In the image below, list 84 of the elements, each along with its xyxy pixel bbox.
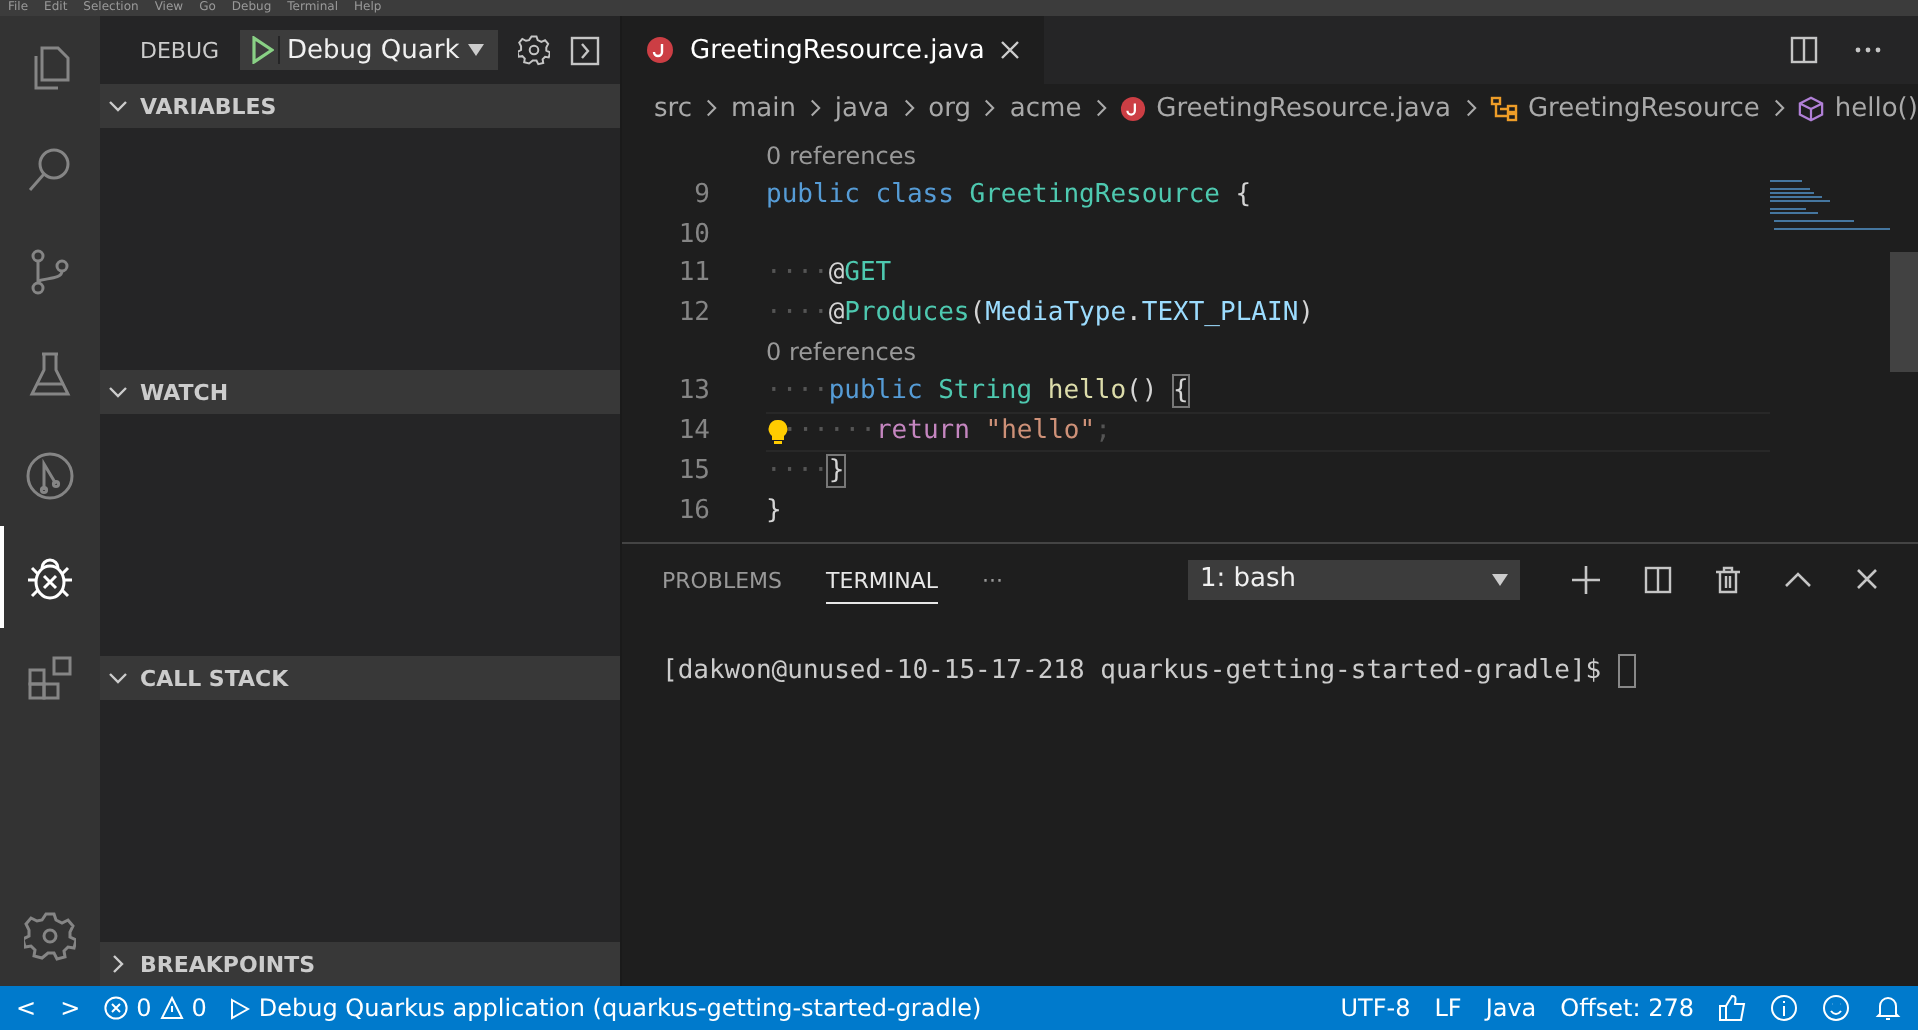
chevron-icon — [901, 98, 917, 118]
panel-tab[interactable]: ··· — [981, 555, 1003, 603]
info-icon[interactable] — [1770, 994, 1798, 1022]
chevron-icon — [108, 96, 128, 116]
java-file-icon — [646, 36, 674, 64]
status-item[interactable]: UTF-8 — [1340, 994, 1411, 1022]
caret-icon — [467, 44, 484, 56]
console-icon[interactable] — [569, 35, 600, 65]
debug-title: DEBUG — [140, 37, 220, 63]
chevron-icon — [108, 382, 128, 402]
problems-indicator[interactable]: 0 0 — [104, 994, 207, 1022]
status-item[interactable]: Offset: 278 — [1560, 994, 1694, 1022]
status-item[interactable]: Java — [1485, 994, 1537, 1022]
scrollbar-thumb[interactable] — [1890, 252, 1918, 372]
code-text: ····} — [766, 455, 845, 486]
breadcrumb-item[interactable]: acme — [1009, 93, 1082, 123]
back-button[interactable]: < — [16, 994, 37, 1022]
section-header[interactable]: WATCH — [100, 370, 620, 414]
chevron-icon — [1463, 98, 1478, 118]
cube-icon — [1798, 95, 1825, 121]
terminal-dropdown[interactable]: 1: bash — [1188, 559, 1520, 599]
plus-icon[interactable] — [1572, 565, 1600, 593]
more-icon[interactable] — [1854, 46, 1882, 54]
breadcrumb-item[interactable]: hello() — [1798, 93, 1918, 123]
section-header[interactable]: BREAKPOINTS — [100, 942, 620, 986]
breadcrumb-item[interactable]: GreetingResource — [1489, 93, 1760, 123]
line-number: 15 — [676, 455, 710, 486]
section-header[interactable]: VARIABLES — [100, 84, 620, 128]
line-number: 16 — [676, 495, 710, 526]
line-number: 9 — [692, 180, 710, 211]
chevron-icon — [108, 668, 128, 688]
java-file-icon — [1120, 95, 1147, 121]
chevron-up-icon[interactable] — [1784, 571, 1812, 587]
caret-icon — [1492, 573, 1508, 585]
breadcrumb-item[interactable]: org — [928, 93, 971, 123]
code-text: } — [766, 495, 782, 526]
split-terminal-icon[interactable] — [1644, 565, 1672, 593]
line-number: 12 — [676, 298, 710, 329]
smiley-icon[interactable] — [1822, 994, 1850, 1022]
terminal-cursor — [1617, 654, 1636, 688]
chevron-icon — [1093, 98, 1109, 118]
chevron-icon — [1771, 98, 1787, 118]
line-number: 13 — [676, 376, 710, 407]
warning-icon — [159, 996, 184, 1020]
settings-icon[interactable] — [517, 34, 550, 66]
breadcrumb-item[interactable]: main — [730, 93, 796, 123]
editor-tab[interactable]: GreetingResource.java — [622, 16, 1045, 84]
breadcrumb-item[interactable]: src — [654, 93, 692, 123]
terminal-prompt: [dakwon@unused-10-15-17-218 quarkus-getting-started-gradle]$ — [662, 656, 1602, 686]
thumbs-up-icon[interactable] — [1718, 994, 1746, 1022]
code-lens[interactable]: 0 references — [766, 141, 916, 170]
chevron-icon — [807, 98, 823, 118]
debug-launch-item[interactable]: Debug Quarkus application (quarkus-getting-started-gradle) — [230, 994, 982, 1022]
error-icon — [104, 996, 129, 1020]
close-icon[interactable] — [1856, 568, 1878, 590]
code-text: ····@GET — [766, 258, 892, 289]
play-icon — [230, 997, 251, 1019]
chevron-icon — [703, 98, 719, 118]
breadcrumb-item[interactable]: java — [834, 93, 890, 123]
split-editor-icon[interactable] — [1790, 36, 1818, 64]
code-lens[interactable]: 0 references — [766, 338, 916, 367]
close-icon[interactable] — [1000, 40, 1021, 60]
class-icon — [1489, 95, 1518, 121]
trash-icon[interactable] — [1716, 565, 1740, 593]
lightbulb-icon[interactable] — [766, 417, 790, 446]
forward-button[interactable]: > — [60, 994, 81, 1022]
line-number: 10 — [676, 219, 710, 250]
line-number: 11 — [676, 258, 710, 289]
panel-tab[interactable]: TERMINAL — [826, 555, 938, 603]
chevron-icon — [108, 954, 128, 974]
code-text: public class GreetingResource { — [766, 180, 1252, 211]
play-icon[interactable] — [249, 36, 280, 64]
breadcrumb-item[interactable]: GreetingResource.java — [1120, 93, 1451, 123]
code-text: ······return "hello"; — [782, 416, 1111, 447]
panel-tab[interactable]: PROBLEMS — [662, 555, 783, 603]
code-text: ····@Produces(MediaType.TEXT_PLAIN) — [766, 298, 1314, 329]
chevron-icon — [982, 98, 998, 118]
bell-icon[interactable] — [1874, 994, 1902, 1022]
debug-configuration-dropdown[interactable]: Debug Quark — [239, 30, 498, 70]
minimap-drawing — [1770, 176, 1890, 236]
status-item[interactable]: LF — [1434, 994, 1462, 1022]
code-text: ····public String hello() { — [766, 376, 1189, 407]
section-header[interactable]: CALL STACK — [100, 656, 620, 700]
line-number: 14 — [676, 416, 710, 447]
